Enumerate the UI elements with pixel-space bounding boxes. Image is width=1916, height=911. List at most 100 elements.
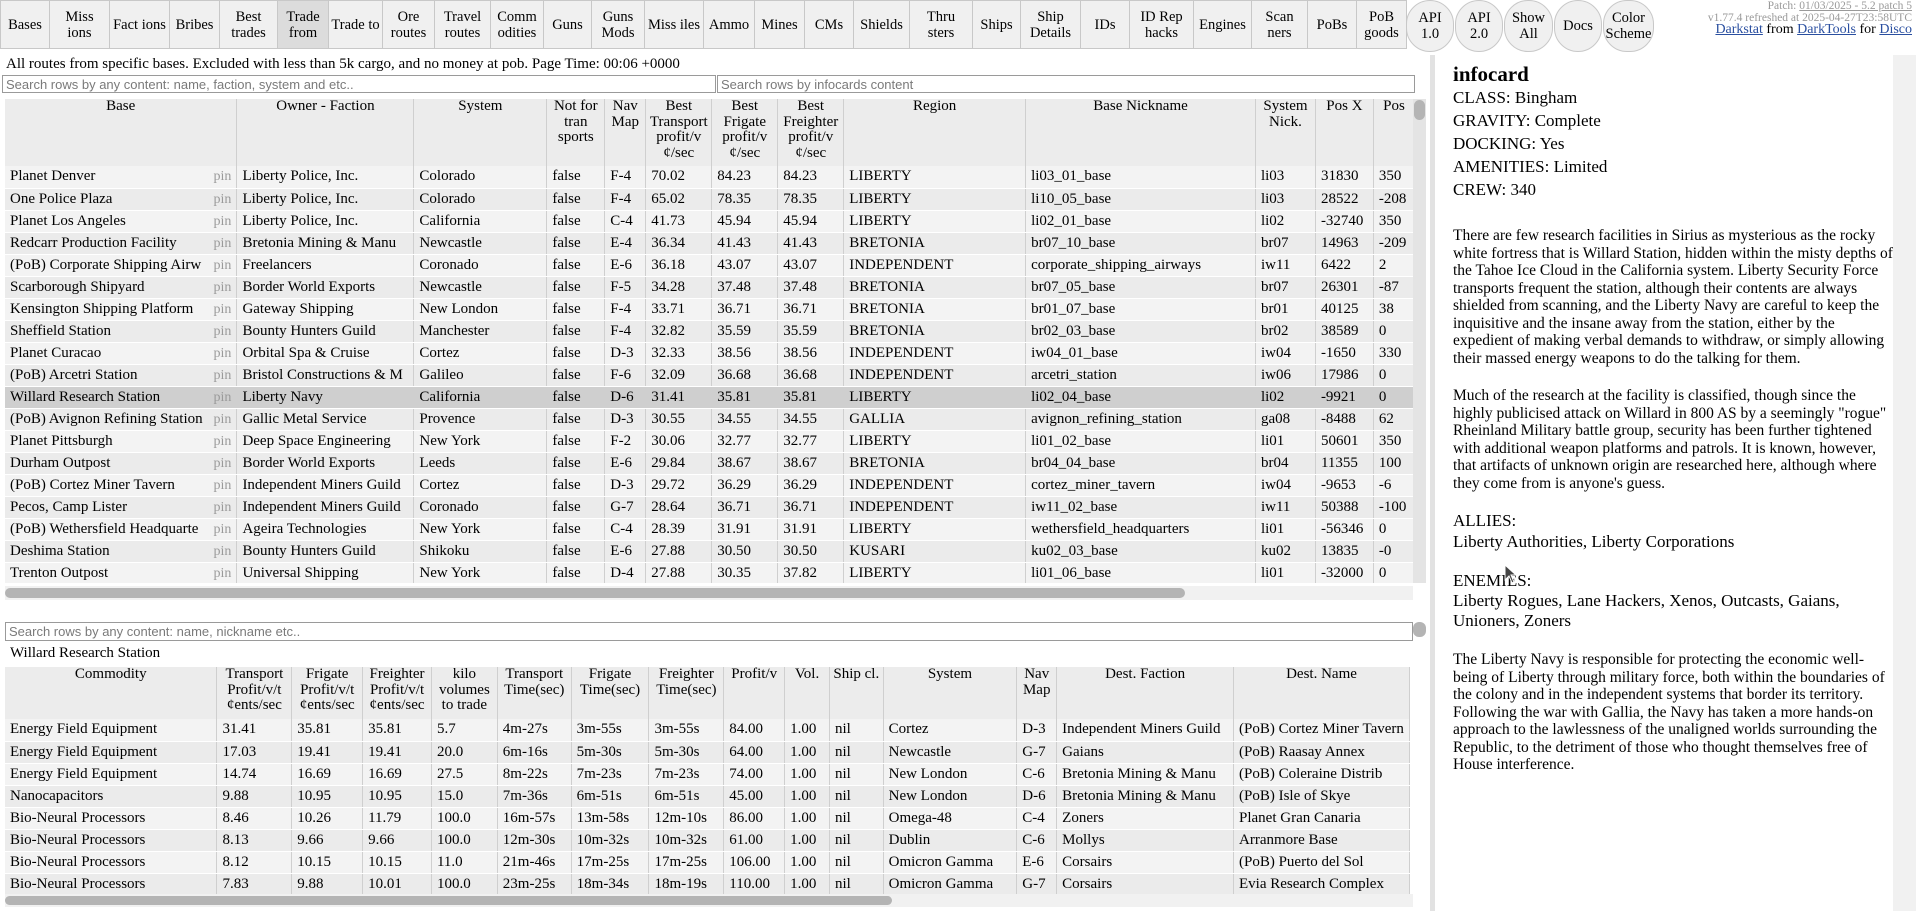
nav-button-cms[interactable]: CMs — [804, 0, 854, 49]
nav-button-miss-iles[interactable]: Miss iles — [644, 0, 704, 49]
nav-button-mines[interactable]: Mines — [754, 0, 805, 49]
pin-button[interactable]: pin — [214, 189, 232, 210]
commodity-col-header[interactable]: Ship cl. — [829, 667, 884, 719]
bases-col-header[interactable]: Not for tran sports — [546, 99, 606, 166]
commodity-col-header[interactable]: Frigate Profit/v/t ¢ents/sec — [291, 667, 364, 719]
nav-button-id-rep-hacks[interactable]: ID Rep hacks — [1129, 0, 1194, 49]
nav-button-thru-sters[interactable]: Thru sters — [909, 0, 973, 49]
nav-button-comm-odities[interactable]: Comm odities — [490, 0, 544, 49]
nav-button-show-all[interactable]: Show All — [1504, 0, 1553, 52]
bases-table-row[interactable]: pin Planet Curacao Orbital Spa & Cruise Cor… — [5, 342, 1415, 365]
commodity-col-header[interactable]: Dest. Faction — [1056, 667, 1234, 719]
bases-table-row[interactable]: pin Planet Pittsburgh Deep Space Engineeri… — [5, 430, 1415, 453]
bases-table-row[interactable]: pin (PoB) Avignon Refining Station Gallic … — [5, 408, 1415, 431]
nav-button-docs[interactable]: Docs — [1554, 0, 1602, 52]
bases-table-row[interactable]: pin Pecos, Camp Lister Independent Miners … — [5, 496, 1415, 519]
pin-button[interactable]: pin — [214, 387, 232, 408]
bases-table-row[interactable]: pin (PoB) Arcetri Station Bristol Construc… — [5, 364, 1415, 387]
pin-button[interactable]: pin — [214, 166, 232, 187]
bases-table-row[interactable]: pin Deshima Station Bounty Hunters Guild Sh… — [5, 540, 1415, 563]
nav-button-api-1-0[interactable]: API 1.0 — [1406, 0, 1454, 52]
bases-col-header[interactable]: Base — [5, 99, 238, 166]
bases-search-input[interactable] — [2, 75, 716, 93]
infocard-scrollbar[interactable] — [1893, 55, 1916, 911]
pin-button[interactable]: pin — [214, 299, 232, 320]
commodity-col-header[interactable]: Profit/v — [723, 667, 786, 719]
nav-button-guns[interactable]: Guns — [543, 0, 592, 49]
pin-button[interactable]: pin — [214, 343, 232, 364]
commodity-col-header[interactable]: Transport Time(sec) — [497, 667, 572, 719]
commodity-col-header[interactable]: Freighter Profit/v/t ¢ents/sec — [362, 667, 432, 719]
infocard-search-input[interactable] — [717, 75, 1415, 93]
bases-col-header[interactable]: System — [413, 99, 548, 166]
nav-button-trade-from[interactable]: Trade from — [277, 0, 329, 49]
nav-button-scan-ners[interactable]: Scan ners — [1251, 0, 1308, 49]
disco-link[interactable]: Disco — [1879, 22, 1912, 37]
commodity-col-header[interactable]: Transport Profit/v/t ¢ents/sec — [216, 667, 293, 719]
nav-button-pobs[interactable]: PoBs — [1307, 0, 1357, 49]
nav-button-color-scheme[interactable]: Color Scheme — [1603, 0, 1654, 52]
bases-table-row[interactable]: pin Planet Denver Liberty Police, Inc. Colo… — [5, 166, 1415, 189]
pin-button[interactable]: pin — [214, 453, 232, 474]
nav-button-engines[interactable]: Engines — [1193, 0, 1252, 49]
commodity-table-row[interactable]: Bio-Neural Processors 8.12 10.15 10.15 11.0 2… — [5, 851, 1410, 874]
nav-button-api-2-0[interactable]: API 2.0 — [1455, 0, 1503, 52]
bases-table-row[interactable]: pin Redcarr Production Facility Bretonia M… — [5, 232, 1415, 255]
pin-button[interactable]: pin — [214, 563, 232, 584]
pin-button[interactable]: pin — [214, 519, 232, 540]
nav-button-miss-ions[interactable]: Miss ions — [49, 0, 110, 49]
commodity-horizontal-scroll-thumb[interactable] — [5, 896, 892, 905]
bases-col-header[interactable]: Pos — [1373, 99, 1415, 166]
bases-col-header[interactable]: Pos X — [1315, 99, 1374, 166]
commodity-table-row[interactable]: Bio-Neural Processors 8.13 9.66 9.66 100.0 12… — [5, 829, 1410, 852]
commodity-col-header[interactable]: System — [883, 667, 1018, 719]
commodity-col-header[interactable]: Frigate Time(sec) — [571, 667, 650, 719]
darktools-link[interactable]: DarkTools — [1797, 22, 1856, 37]
bases-table-row[interactable]: pin (PoB) Cortez Miner Tavern Independent … — [5, 474, 1415, 497]
pin-button[interactable]: pin — [214, 211, 232, 232]
bases-table-row[interactable]: pin Durham Outpost Border World Exports Lee… — [5, 452, 1415, 475]
commodity-search-input[interactable] — [5, 622, 1413, 641]
nav-button-ore-routes[interactable]: Ore routes — [382, 0, 435, 49]
nav-button-trade-to[interactable]: Trade to — [328, 0, 383, 49]
bases-table-row[interactable]: pin Trenton Outpost Universal Shipping New … — [5, 562, 1415, 583]
nav-button-bases[interactable]: Bases — [0, 0, 50, 49]
pin-button[interactable]: pin — [214, 321, 232, 342]
bases-horizontal-scrollbar[interactable] — [5, 586, 1413, 600]
commodity-col-header[interactable]: Vol. — [784, 667, 830, 719]
bases-vertical-scrollbar[interactable] — [1413, 99, 1426, 583]
commodity-table-row[interactable]: Bio-Neural Processors 8.46 10.26 11.79 100.0… — [5, 807, 1410, 830]
bases-col-header[interactable]: Owner - Faction — [236, 99, 415, 166]
bases-col-header[interactable]: Best Freighter profit/v ¢/sec — [777, 99, 845, 166]
pin-button[interactable]: pin — [214, 497, 232, 518]
darkstat-link[interactable]: Darkstat — [1715, 22, 1762, 37]
pin-button[interactable]: pin — [214, 409, 232, 430]
commodity-table-row[interactable]: Bio-Neural Processors 7.83 9.88 10.01 100.0 2… — [5, 873, 1410, 895]
bases-table-row[interactable]: pin (PoB) Corporate Shipping Airw Freelanc… — [5, 254, 1415, 277]
nav-button-ammo[interactable]: Ammo — [703, 0, 755, 49]
pin-button[interactable]: pin — [214, 365, 232, 386]
commodity-vertical-scroll-thumb[interactable] — [1413, 622, 1426, 637]
bases-table-row[interactable]: pin Kensington Shipping Platform Gateway S… — [5, 298, 1415, 321]
commodity-table-row[interactable]: Nanocapacitors 9.88 10.95 10.95 15.0 7m-36s 6m… — [5, 785, 1410, 808]
nav-button-pob-goods[interactable]: PoB goods — [1356, 0, 1407, 49]
bases-col-header[interactable]: System Nick. — [1255, 99, 1316, 166]
bases-vertical-scroll-thumb[interactable] — [1414, 100, 1425, 120]
pin-button[interactable]: pin — [214, 431, 232, 452]
bases-table-row[interactable]: pin One Police Plaza Liberty Police, Inc. C… — [5, 188, 1415, 211]
commodity-col-header[interactable]: Dest. Name — [1233, 667, 1410, 719]
bases-col-header[interactable]: Region — [843, 99, 1027, 166]
bases-table-row[interactable]: pin Scarborough Shipyard Border World Expo… — [5, 276, 1415, 299]
commodity-col-header[interactable]: Nav Map — [1016, 667, 1058, 719]
nav-button-fact-ions[interactable]: Fact ions — [109, 0, 170, 49]
nav-button-bribes[interactable]: Bribes — [169, 0, 220, 49]
pin-button[interactable]: pin — [214, 541, 232, 562]
bases-table-row[interactable]: pin Willard Research Station Liberty Navy C… — [5, 386, 1415, 409]
pin-button[interactable]: pin — [214, 233, 232, 254]
bases-table-row[interactable]: pin Sheffield Station Bounty Hunters Guild… — [5, 320, 1415, 343]
commodity-table-row[interactable]: Energy Field Equipment 14.74 16.69 16.69 27.… — [5, 763, 1410, 786]
commodity-table-row[interactable]: Energy Field Equipment 17.03 19.41 19.41 20.… — [5, 741, 1410, 764]
bases-horizontal-scroll-thumb[interactable] — [5, 588, 1185, 598]
commodity-col-header[interactable]: Freighter Time(sec) — [648, 667, 725, 719]
patch-link[interactable]: 01/03/2025 - 5.2 patch 5 — [1799, 0, 1912, 12]
